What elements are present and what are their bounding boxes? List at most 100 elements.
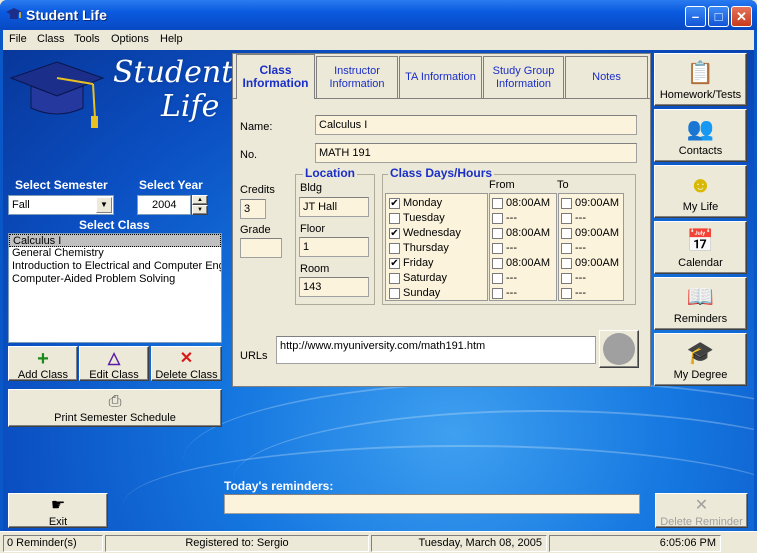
url-field[interactable]: http://www.myuniversity.com/math191.htm	[276, 336, 596, 364]
title-bar[interactable]: Student Life – □ ✕	[0, 0, 757, 30]
plus-icon: +	[37, 348, 49, 370]
menu-bar: File Class Tools Options Help	[3, 30, 754, 50]
day-checkbox[interactable]: ✔	[389, 258, 400, 269]
from-time-checkbox[interactable]	[492, 258, 503, 269]
status-time: 6:05:06 PM	[549, 535, 721, 552]
year-label: Select Year	[139, 178, 203, 192]
year-spinner[interactable]: 2004	[137, 195, 191, 215]
floor-field[interactable]: 1	[299, 237, 369, 257]
reminders-button[interactable]: 📖 Reminders	[654, 277, 747, 330]
spin-down-icon[interactable]: ▼	[192, 205, 208, 215]
reminders-today-label: Today's reminders:	[224, 479, 334, 493]
open-url-button[interactable]	[599, 330, 639, 368]
reminders-field[interactable]	[224, 494, 640, 514]
close-button[interactable]: ✕	[731, 6, 752, 27]
homework-tests-label: Homework/Tests	[659, 89, 742, 101]
to-time-checkbox[interactable]	[561, 258, 572, 269]
status-bar: 0 Reminder(s) Registered to: Sergio Tues…	[0, 531, 757, 553]
day-checkbox[interactable]	[389, 273, 400, 284]
class-number-field[interactable]: MATH 191	[315, 143, 637, 163]
to-time-checkbox[interactable]	[561, 243, 572, 254]
from-time-checkbox[interactable]	[492, 198, 503, 209]
menu-class[interactable]: Class	[37, 33, 65, 45]
building-field[interactable]: JT Hall	[299, 197, 369, 217]
class-name-field[interactable]: Calculus I	[315, 115, 637, 135]
day-checkbox[interactable]	[389, 243, 400, 254]
add-class-label: Add Class	[17, 369, 69, 381]
to-time-checkbox[interactable]	[561, 213, 572, 224]
chevron-down-icon[interactable]: ▼	[96, 197, 112, 213]
graduation-cap-icon: 🎓	[686, 340, 715, 365]
spin-up-icon[interactable]: ▲	[192, 195, 208, 205]
grade-field[interactable]	[240, 238, 282, 258]
tab-notes[interactable]: Notes	[565, 56, 648, 98]
list-item[interactable]: General Chemistry	[9, 247, 221, 260]
edit-class-button[interactable]: △ Edit Class	[79, 346, 149, 381]
tab-instructor-information[interactable]: Instructor Information	[316, 56, 398, 98]
tab-ta-information[interactable]: TA Information	[399, 56, 482, 98]
from-time-checkbox[interactable]	[492, 288, 503, 299]
tab-class-information[interactable]: Class Information	[236, 54, 315, 98]
delete-reminder-label: Delete Reminder	[660, 516, 743, 528]
my-degree-button[interactable]: 🎓 My Degree	[654, 333, 747, 386]
from-time: ---	[506, 212, 517, 224]
hand-pointer-icon: ☛	[50, 497, 66, 514]
contacts-button[interactable]: 👥 Contacts	[654, 109, 747, 162]
day-checkbox[interactable]: ✔	[389, 228, 400, 239]
from-time: ---	[506, 242, 517, 254]
semester-select[interactable]: Fall ▼	[8, 195, 114, 215]
x-delete-icon: ✕	[694, 497, 709, 514]
my-degree-label: My Degree	[673, 369, 728, 381]
delete-reminder-button[interactable]: ✕ Delete Reminder	[655, 493, 748, 528]
list-item[interactable]: Calculus I	[9, 234, 221, 247]
credits-field[interactable]: 3	[240, 199, 266, 219]
menu-tools[interactable]: Tools	[74, 33, 100, 45]
homework-tests-button[interactable]: 📋 Homework/Tests	[654, 53, 747, 106]
exit-button[interactable]: ☛ Exit	[8, 493, 108, 528]
from-time: 08:00AM	[506, 257, 551, 269]
to-time-checkbox[interactable]	[561, 288, 572, 299]
graduation-cap-logo	[9, 61, 105, 128]
calendar-label: Calendar	[678, 257, 723, 269]
contacts-label: Contacts	[678, 145, 723, 157]
to-time-checkbox[interactable]	[561, 273, 572, 284]
day-checkbox[interactable]: ✔	[389, 198, 400, 209]
to-time-checkbox[interactable]	[561, 228, 572, 239]
add-class-button[interactable]: + Add Class	[8, 346, 78, 381]
maximize-button[interactable]: □	[708, 6, 729, 27]
to-time-checkbox[interactable]	[561, 198, 572, 209]
to-time: ---	[575, 242, 586, 254]
grade-label: Grade	[240, 224, 271, 236]
window-title: Student Life	[26, 7, 107, 23]
calendar-button[interactable]: 📅 Calendar	[654, 221, 747, 274]
day-label: Sunday	[403, 287, 441, 299]
from-time-checkbox[interactable]	[492, 213, 503, 224]
list-item[interactable]: Computer-Aided Problem Solving	[9, 273, 221, 286]
day-checkbox[interactable]	[389, 213, 400, 224]
print-schedule-label: Print Semester Schedule	[54, 412, 176, 424]
edit-class-label: Edit Class	[89, 369, 139, 381]
tab-study-group-information[interactable]: Study Group Information	[483, 56, 564, 98]
menu-file[interactable]: File	[9, 33, 27, 45]
to-time: 09:00AM	[575, 197, 620, 209]
circle-icon	[603, 333, 635, 365]
room-field[interactable]: 143	[299, 277, 369, 297]
class-listbox[interactable]: Calculus I General Chemistry Introductio…	[8, 233, 222, 343]
menu-help[interactable]: Help	[160, 33, 183, 45]
from-time-checkbox[interactable]	[492, 228, 503, 239]
logo-line-2: Life	[161, 89, 220, 124]
my-life-button[interactable]: ☻ My Life	[654, 165, 747, 218]
from-time-checkbox[interactable]	[492, 273, 503, 284]
app-icon	[6, 8, 22, 19]
day-checkbox[interactable]	[389, 288, 400, 299]
menu-options[interactable]: Options	[111, 33, 149, 45]
calendar-icon: 📅	[686, 228, 715, 253]
delete-class-label: Delete Class	[155, 369, 218, 381]
list-item[interactable]: Introduction to Electrical and Computer …	[9, 260, 221, 273]
print-schedule-button[interactable]: ⎙ Print Semester Schedule	[8, 389, 222, 427]
urls-label: URLs	[240, 350, 268, 362]
floor-label: Floor	[300, 223, 326, 235]
from-time-checkbox[interactable]	[492, 243, 503, 254]
minimize-button[interactable]: –	[685, 6, 706, 27]
delete-class-button[interactable]: ✕ Delete Class	[151, 346, 222, 381]
